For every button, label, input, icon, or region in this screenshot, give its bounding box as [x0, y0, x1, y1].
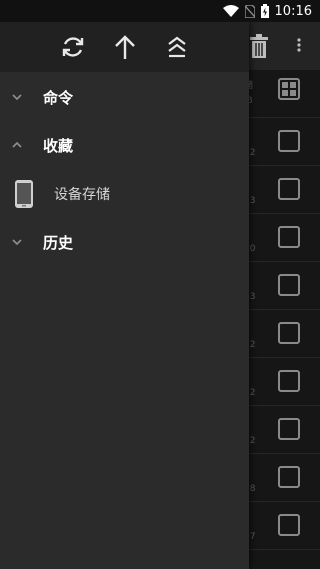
section-favorites[interactable]: 收藏	[0, 121, 249, 169]
section-label: 历史	[43, 233, 74, 252]
go-up-button[interactable]	[110, 32, 140, 62]
checkbox[interactable]	[278, 466, 300, 488]
section-history[interactable]: 历史	[0, 218, 249, 266]
wifi-icon	[222, 5, 239, 17]
refresh-icon	[62, 37, 83, 57]
arrow-up-icon	[114, 35, 135, 59]
delete-icon[interactable]	[249, 34, 269, 58]
refresh-button[interactable]	[58, 32, 88, 62]
drawer-header	[0, 22, 249, 72]
checkbox[interactable]	[278, 130, 300, 152]
more-options-icon[interactable]	[297, 38, 301, 52]
status-icons: 10:16	[222, 0, 312, 22]
checkbox[interactable]	[278, 322, 300, 344]
checkbox[interactable]	[278, 514, 300, 536]
favorite-device-storage[interactable]: 设备存储	[0, 170, 249, 218]
favorite-label: 设备存储	[54, 187, 110, 203]
checkbox[interactable]	[278, 226, 300, 248]
section-commands[interactable]: 命令	[0, 73, 249, 121]
no-sim-icon	[244, 4, 255, 18]
collapse-all-icon	[167, 36, 186, 58]
phone-icon	[15, 180, 33, 208]
collapse-all-button[interactable]	[162, 32, 192, 62]
status-bar: 10:16	[0, 0, 320, 22]
section-label: 命令	[43, 88, 74, 107]
chevron-up-icon	[12, 141, 22, 148]
checkbox[interactable]	[278, 418, 300, 440]
chevron-down-icon	[12, 94, 22, 101]
chevron-down-icon	[12, 239, 22, 246]
battery-charging-icon	[260, 4, 269, 18]
section-label: 收藏	[43, 136, 74, 155]
checkbox[interactable]	[278, 178, 300, 200]
navigation-drawer: 命令 收藏 设备存储 历史	[0, 22, 249, 569]
checkbox[interactable]	[278, 274, 300, 296]
status-time: 10:16	[274, 3, 312, 19]
checkbox[interactable]	[278, 370, 300, 392]
grid-view-icon[interactable]	[278, 78, 300, 100]
